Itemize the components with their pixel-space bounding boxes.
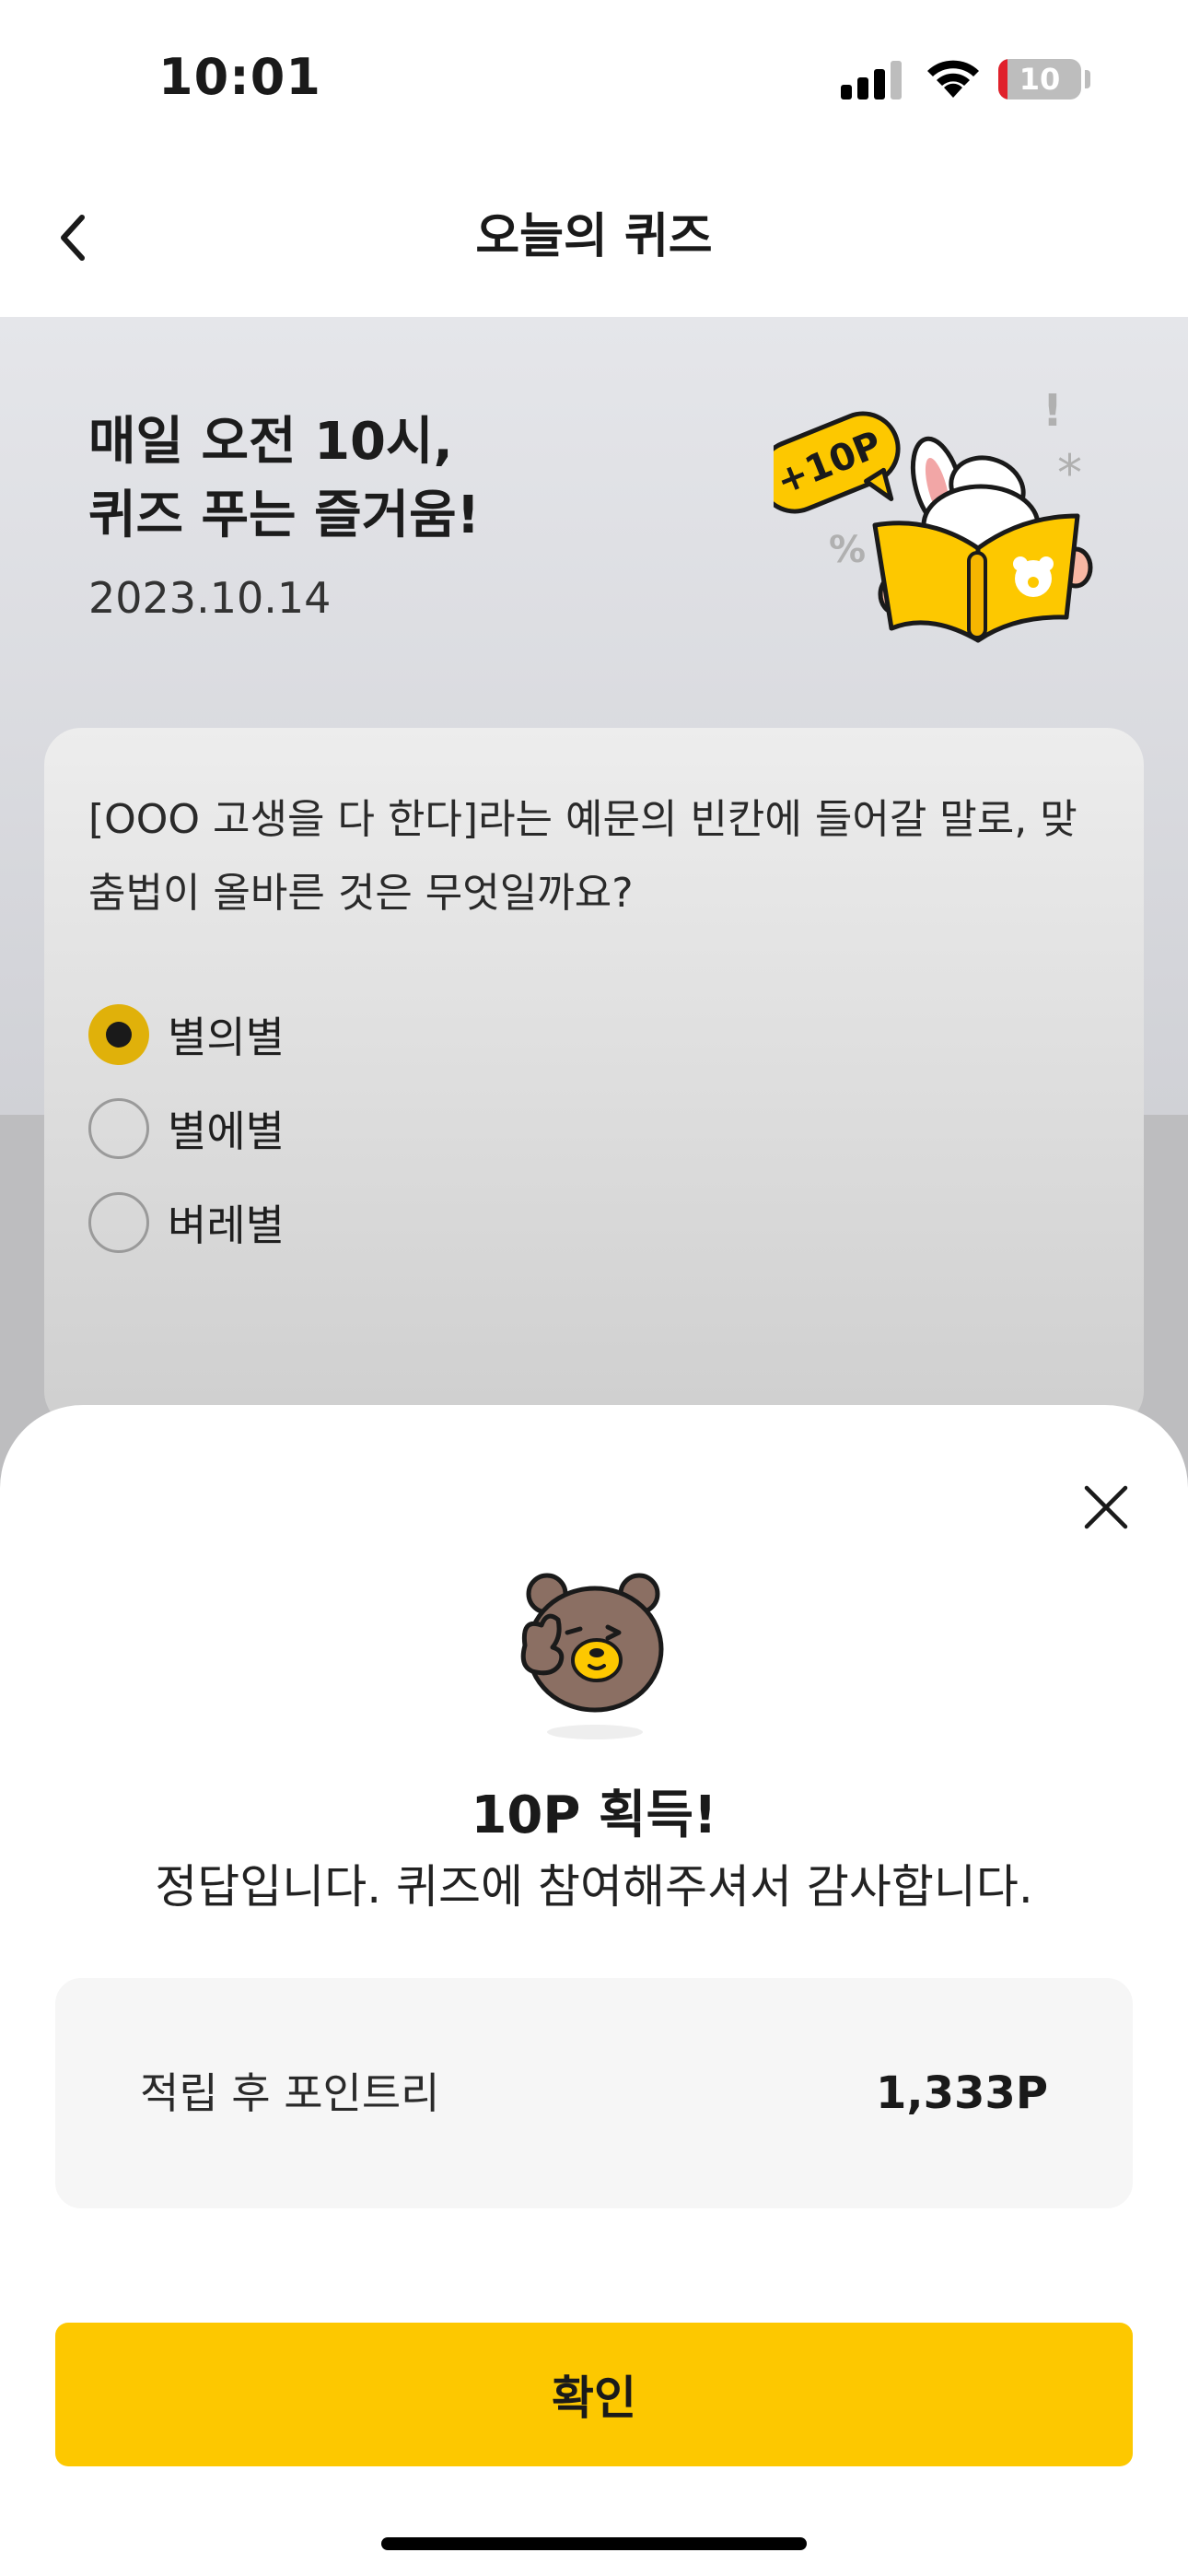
svg-text:%: % xyxy=(829,529,866,571)
page-title: 오늘의 퀴즈 xyxy=(475,209,713,264)
home-indicator xyxy=(381,2537,807,2550)
battery-percent: 10 xyxy=(1019,62,1061,97)
result-bottom-sheet: 10P 획득! 정답입니다. 퀴즈에 참여해주셔서 감사합니다. 적립 후 포인… xyxy=(0,1405,1188,2576)
reward-message: 정답입니다. 퀴즈에 참여해주셔서 감사합니다. xyxy=(155,1860,1033,1914)
close-button[interactable] xyxy=(1074,1475,1138,1540)
close-icon xyxy=(1084,1485,1128,1529)
hero-title-line2: 퀴즈 푸는 즐거움! xyxy=(88,486,481,545)
quiz-option[interactable]: 별의별 xyxy=(88,1004,285,1065)
back-button[interactable] xyxy=(41,192,105,284)
chevron-left-icon xyxy=(61,215,85,261)
bear-thumbs-up-illustration xyxy=(520,1573,664,1739)
quiz-option-label: 별에별 xyxy=(168,1107,285,1156)
quiz-date: 2023.10.14 xyxy=(88,573,332,623)
rabbit-reading-illustration: +10P ! * % xyxy=(774,387,1093,643)
reward-title: 10P 획득! xyxy=(471,1786,717,1845)
hero-title: 매일 오전 10시, 퀴즈 푸는 즐거움! xyxy=(88,405,480,553)
hero-title-line1: 매일 오전 10시, xyxy=(88,412,453,472)
svg-text:!: ! xyxy=(1042,387,1063,437)
status-time: 10:01 xyxy=(158,48,321,106)
radio-unselected-icon[interactable] xyxy=(88,1192,149,1253)
battery-icon: 10 xyxy=(998,59,1081,100)
points-label: 적립 후 포인트리 xyxy=(140,2068,440,2118)
wifi-icon xyxy=(927,60,979,98)
svg-text:*: * xyxy=(1057,444,1082,502)
quiz-option-label: 벼레별 xyxy=(168,1200,285,1250)
quiz-card: [OOO 고생을 다 한다]라는 예문의 빈칸에 들어갈 말로, 맞춤법이 올바… xyxy=(44,728,1144,1428)
status-bar: 10:01 10 xyxy=(0,0,1188,157)
radio-unselected-icon[interactable] xyxy=(88,1098,149,1159)
quiz-option[interactable]: 벼레별 xyxy=(88,1192,285,1253)
quiz-option[interactable]: 별에별 xyxy=(88,1098,285,1159)
cellular-signal-icon xyxy=(841,61,902,100)
points-summary: 적립 후 포인트리 1,333P xyxy=(55,1978,1133,2208)
points-value: 1,333P xyxy=(875,2067,1048,2119)
nav-bar: 오늘의 퀴즈 xyxy=(0,157,1188,317)
quiz-question: [OOO 고생을 다 한다]라는 예문의 빈칸에 들어갈 말로, 맞춤법이 올바… xyxy=(88,796,1077,917)
radio-selected-icon[interactable] xyxy=(88,1004,149,1065)
battery-cap xyxy=(1085,70,1090,88)
quiz-option-label: 별의별 xyxy=(168,1013,285,1062)
confirm-button[interactable]: 확인 xyxy=(55,2323,1133,2466)
